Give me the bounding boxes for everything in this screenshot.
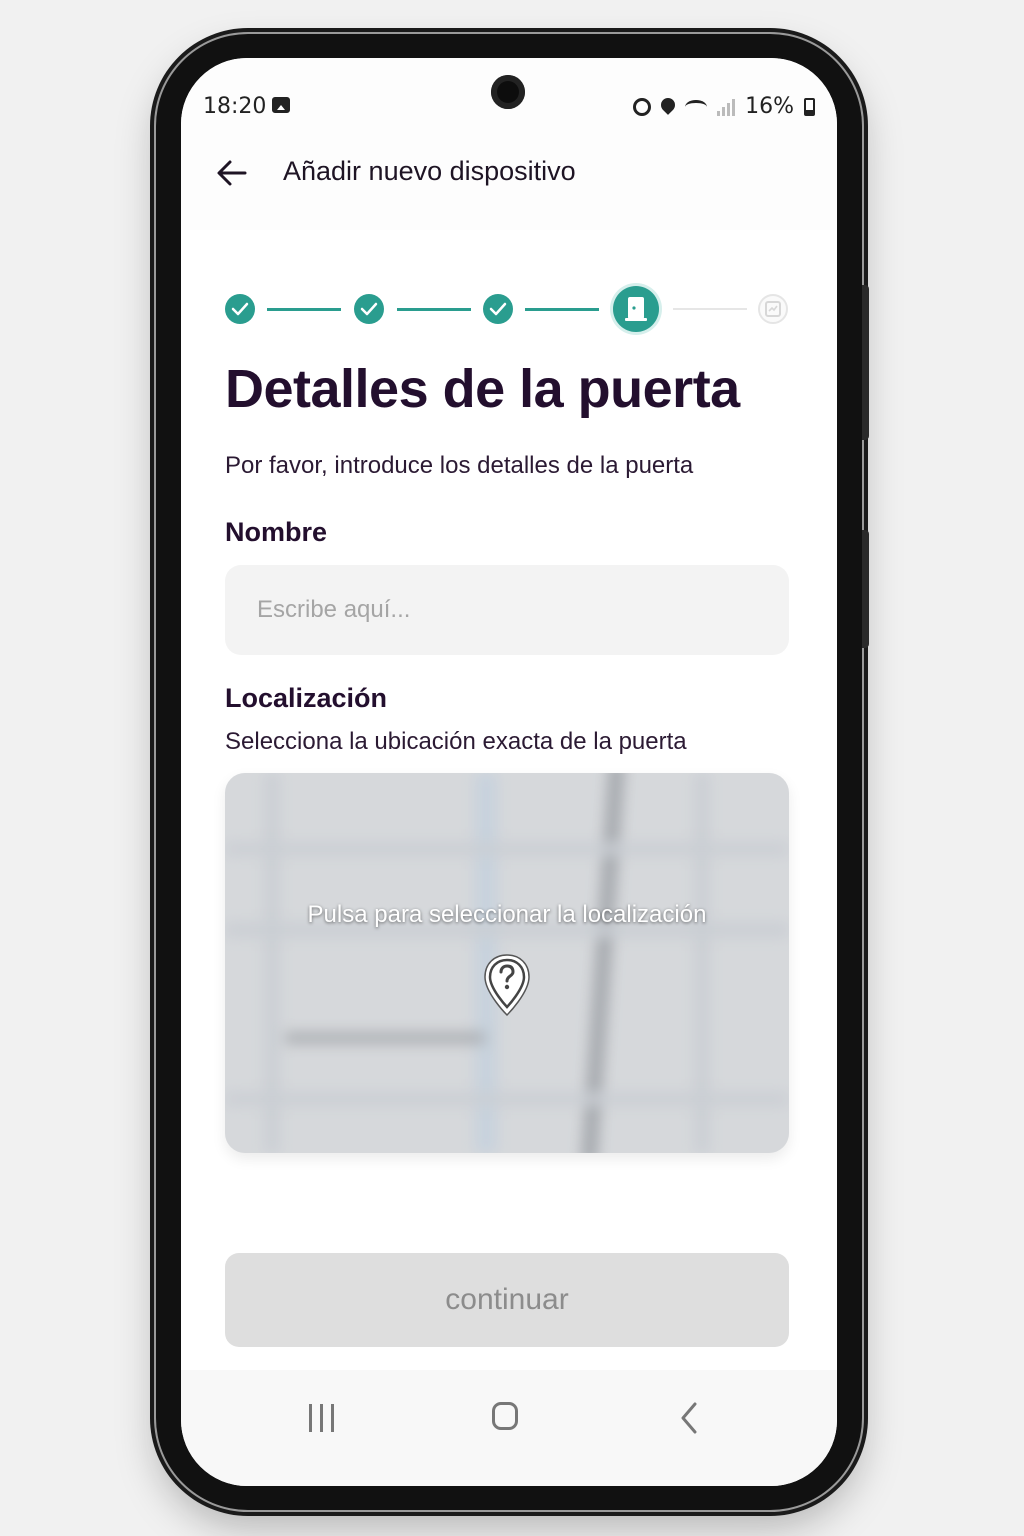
location-label: Localización (225, 683, 388, 713)
step-5-pending (758, 294, 788, 324)
recent-apps-icon[interactable] (309, 1404, 334, 1432)
step-connector-pending (673, 308, 747, 310)
power-button (862, 530, 869, 648)
home-icon[interactable] (492, 1402, 518, 1430)
main-content: Detalles de la puerta Por favor, introdu… (181, 230, 837, 1370)
wifi-icon (685, 99, 708, 114)
app-bar-title: Añadir nuevo dispositivo (283, 156, 576, 186)
system-back-icon[interactable] (679, 1402, 699, 1434)
continue-button[interactable]: continuar (225, 1253, 789, 1347)
step-2-completed (354, 294, 384, 324)
app-bar: Añadir nuevo dispositivo (181, 148, 837, 228)
gallery-notification-icon (272, 97, 290, 113)
progress-stepper (225, 286, 791, 334)
check-icon (231, 302, 249, 316)
name-input[interactable] (225, 565, 789, 655)
map-prompt: Pulsa para seleccionar la localización (307, 901, 707, 928)
status-time: 18:20 (203, 94, 267, 119)
front-camera (491, 75, 525, 109)
map-picker[interactable]: Pulsa para seleccionar la localización (225, 773, 789, 1153)
page-title: Detalles de la puerta (225, 359, 740, 419)
status-icons: 16% (633, 94, 815, 119)
location-icon (658, 94, 678, 115)
step-4-current (613, 286, 659, 332)
check-icon (360, 302, 378, 316)
back-arrow-icon[interactable] (215, 156, 249, 190)
check-icon (489, 302, 507, 316)
volume-button (862, 285, 869, 440)
step-connector (525, 308, 599, 311)
alarm-icon (633, 97, 652, 116)
name-label: Nombre (225, 517, 328, 547)
step-connector (397, 308, 471, 311)
door-icon (625, 297, 647, 321)
page-subtitle: Por favor, introduce los detalles de la … (225, 452, 694, 479)
status-bar: 18:20 16% (181, 58, 837, 148)
location-question-pin-icon (484, 954, 530, 1017)
signal-icon (717, 98, 736, 116)
step-connector (267, 308, 341, 311)
battery-icon (804, 97, 815, 116)
step-3-completed (483, 294, 513, 324)
location-description: Selecciona la ubicación exacta de la pue… (225, 728, 687, 755)
step-1-completed (225, 294, 255, 324)
system-nav-bar (181, 1370, 837, 1486)
battery-percentage: 16% (745, 94, 794, 119)
screen: 18:20 16% Añadir nuevo dispositivo Detal… (181, 58, 837, 1486)
report-icon (765, 301, 781, 317)
